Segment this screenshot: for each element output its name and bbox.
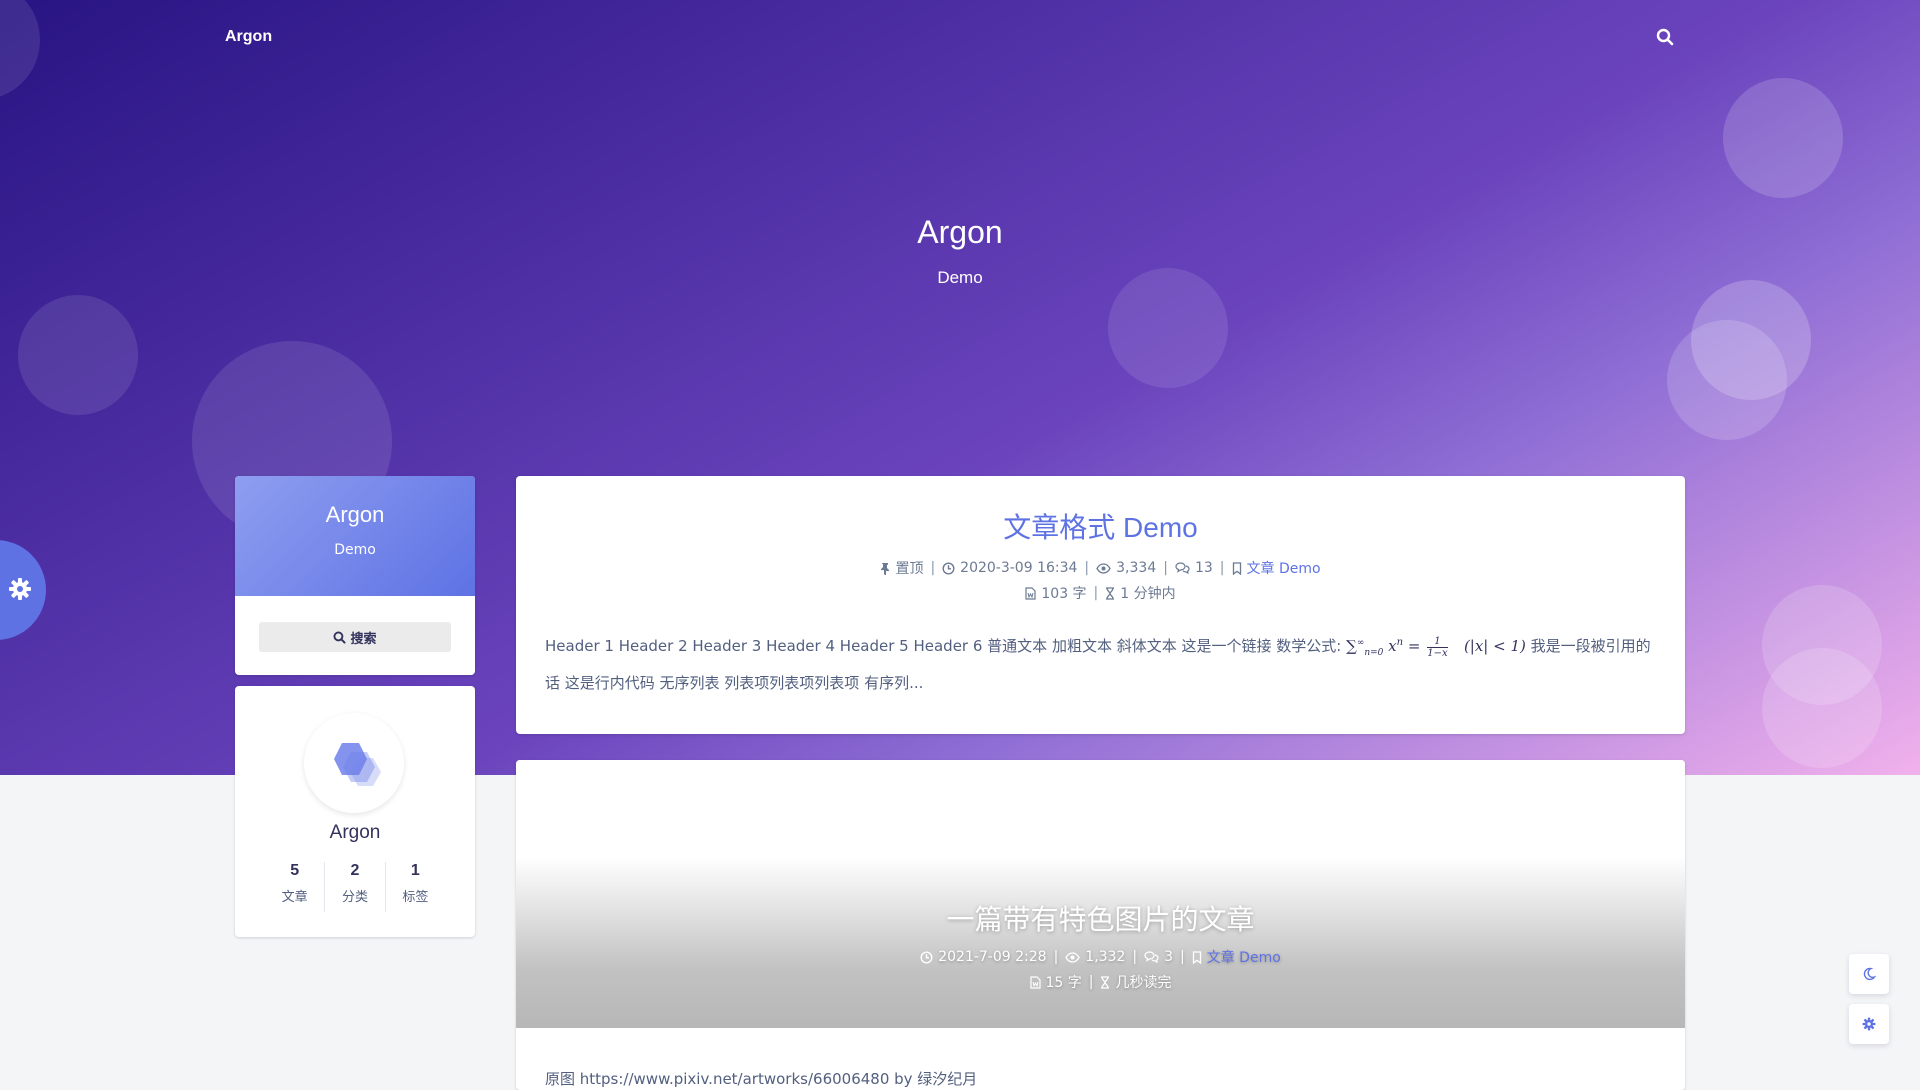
date-text: 2021-7-09 2:28 (938, 949, 1047, 965)
decor-bubble (1723, 78, 1843, 198)
decor-bubble (1762, 648, 1882, 768)
clock-icon (942, 561, 955, 575)
banner-subtitle: Demo (937, 268, 983, 287)
post-date: 2021-7-09 2:28 (920, 949, 1047, 965)
site-title: Argon (325, 502, 385, 527)
hourglass-icon (1101, 975, 1110, 989)
gear-icon (9, 578, 31, 600)
decor-bubble (0, 0, 40, 100)
stat-label: 文章 (281, 890, 308, 905)
pin-icon (881, 562, 890, 575)
moon-icon (1863, 967, 1876, 981)
read-time-text: 1 分钟内 (1120, 586, 1176, 602)
post-category[interactable]: 文章 Demo (1192, 947, 1281, 967)
stat-categories[interactable]: 2 分类 (325, 862, 386, 912)
settings-button[interactable] (1849, 1004, 1889, 1044)
author-card: Argon 5 文章 2 分类 1 标签 (235, 686, 475, 937)
avatar[interactable] (304, 713, 404, 813)
stat-tags[interactable]: 1 标签 (386, 862, 445, 912)
word-count: 103 字 (1025, 583, 1087, 603)
post-views: 1,332 (1065, 949, 1125, 965)
stat-label: 分类 (341, 890, 368, 905)
comments-icon (1144, 951, 1159, 963)
excerpt-text: Header 1 Header 2 Header 3 Header 4 Head… (545, 637, 1342, 655)
word-count-text: 15 字 (1045, 975, 1082, 991)
post-card: 文章格式 Demo 置顶 | 2020-3-09 16:34 | 3,334 |… (516, 476, 1685, 734)
post-comments: 3 (1144, 949, 1173, 965)
post-category[interactable]: 文章 Demo (1232, 558, 1321, 578)
post-title[interactable]: 文章格式 Demo (516, 506, 1685, 546)
author-stats: 5 文章 2 分类 1 标签 (265, 862, 445, 912)
nav-brand[interactable]: Argon (225, 28, 272, 46)
post-meta-secondary: 103 字 | 1 分钟内 (516, 583, 1685, 603)
eye-icon (1065, 951, 1081, 963)
clock-icon (920, 950, 933, 964)
post-views: 3,334 (1096, 560, 1156, 576)
sticky-label: 置顶 (895, 561, 924, 577)
word-count-text: 103 字 (1041, 586, 1087, 602)
read-time: 几秒读完 (1100, 972, 1171, 992)
sticky-badge: 置顶 (880, 558, 923, 578)
decor-bubble (18, 295, 138, 415)
stat-number: 2 (350, 862, 360, 879)
math-formula: ∑∞n=0 xn = 1 1−x (|x| < 1) (1346, 635, 1526, 659)
stat-label: 标签 (402, 890, 429, 905)
hourglass-icon (1106, 586, 1115, 600)
post-card-featured: 一篇带有特色图片的文章 2021-7-09 2:28 | 1,332 | 3 |… (516, 760, 1685, 1090)
dark-mode-button[interactable] (1849, 954, 1889, 994)
banner-title: Argon (917, 214, 1003, 250)
search-icon[interactable] (1656, 28, 1678, 50)
post-date: 2020-3-09 16:34 (942, 560, 1077, 576)
views-text: 3,334 (1116, 560, 1157, 576)
bookmark-icon (1192, 950, 1201, 964)
gear-icon (1862, 1017, 1876, 1031)
comments-icon (1175, 562, 1190, 574)
site-card-header: Argon Demo (235, 476, 475, 596)
read-time-text: 几秒读完 (1115, 975, 1172, 991)
stat-posts[interactable]: 5 文章 (265, 862, 326, 912)
search-button-label: 搜索 (350, 630, 377, 646)
post-comments: 13 (1175, 560, 1213, 576)
post-meta: 置顶 | 2020-3-09 16:34 | 3,334 | 13 | 文章 D… (516, 558, 1685, 578)
category-link[interactable]: 文章 Demo (1207, 947, 1281, 967)
date-text: 2020-3-09 16:34 (960, 560, 1078, 576)
stat-number: 1 (410, 862, 420, 879)
post-title[interactable]: 一篇带有特色图片的文章 (516, 898, 1685, 938)
file-word-icon (1025, 586, 1036, 600)
word-count: 15 字 (1029, 972, 1082, 992)
comments-text: 13 (1194, 560, 1213, 576)
decor-bubble (1667, 320, 1787, 440)
stat-number: 5 (290, 862, 300, 879)
read-time: 1 分钟内 (1105, 583, 1176, 603)
hexagon-logo (334, 743, 381, 786)
comments-text: 3 (1164, 949, 1174, 965)
author-name: Argon (329, 822, 381, 843)
category-link[interactable]: 文章 Demo (1247, 558, 1321, 578)
file-word-icon (1029, 975, 1041, 989)
post-meta-secondary: 15 字 | 几秒读完 (516, 972, 1685, 992)
post-excerpt: Header 1 Header 2 Header 3 Header 4 Head… (545, 628, 1657, 698)
site-info-card: Argon Demo 搜索 (235, 476, 475, 675)
bookmark-icon (1232, 561, 1241, 575)
sidebar-search-button[interactable]: 搜索 (259, 622, 451, 652)
post-excerpt: 原图 https://www.pixiv.net/artworks/660064… (545, 1070, 978, 1088)
search-icon (333, 631, 347, 644)
post-meta: 2021-7-09 2:28 | 1,332 | 3 | 文章 Demo (516, 947, 1685, 967)
eye-icon (1096, 562, 1111, 574)
site-subtitle: Demo (334, 542, 376, 558)
views-text: 1,332 (1085, 949, 1126, 965)
